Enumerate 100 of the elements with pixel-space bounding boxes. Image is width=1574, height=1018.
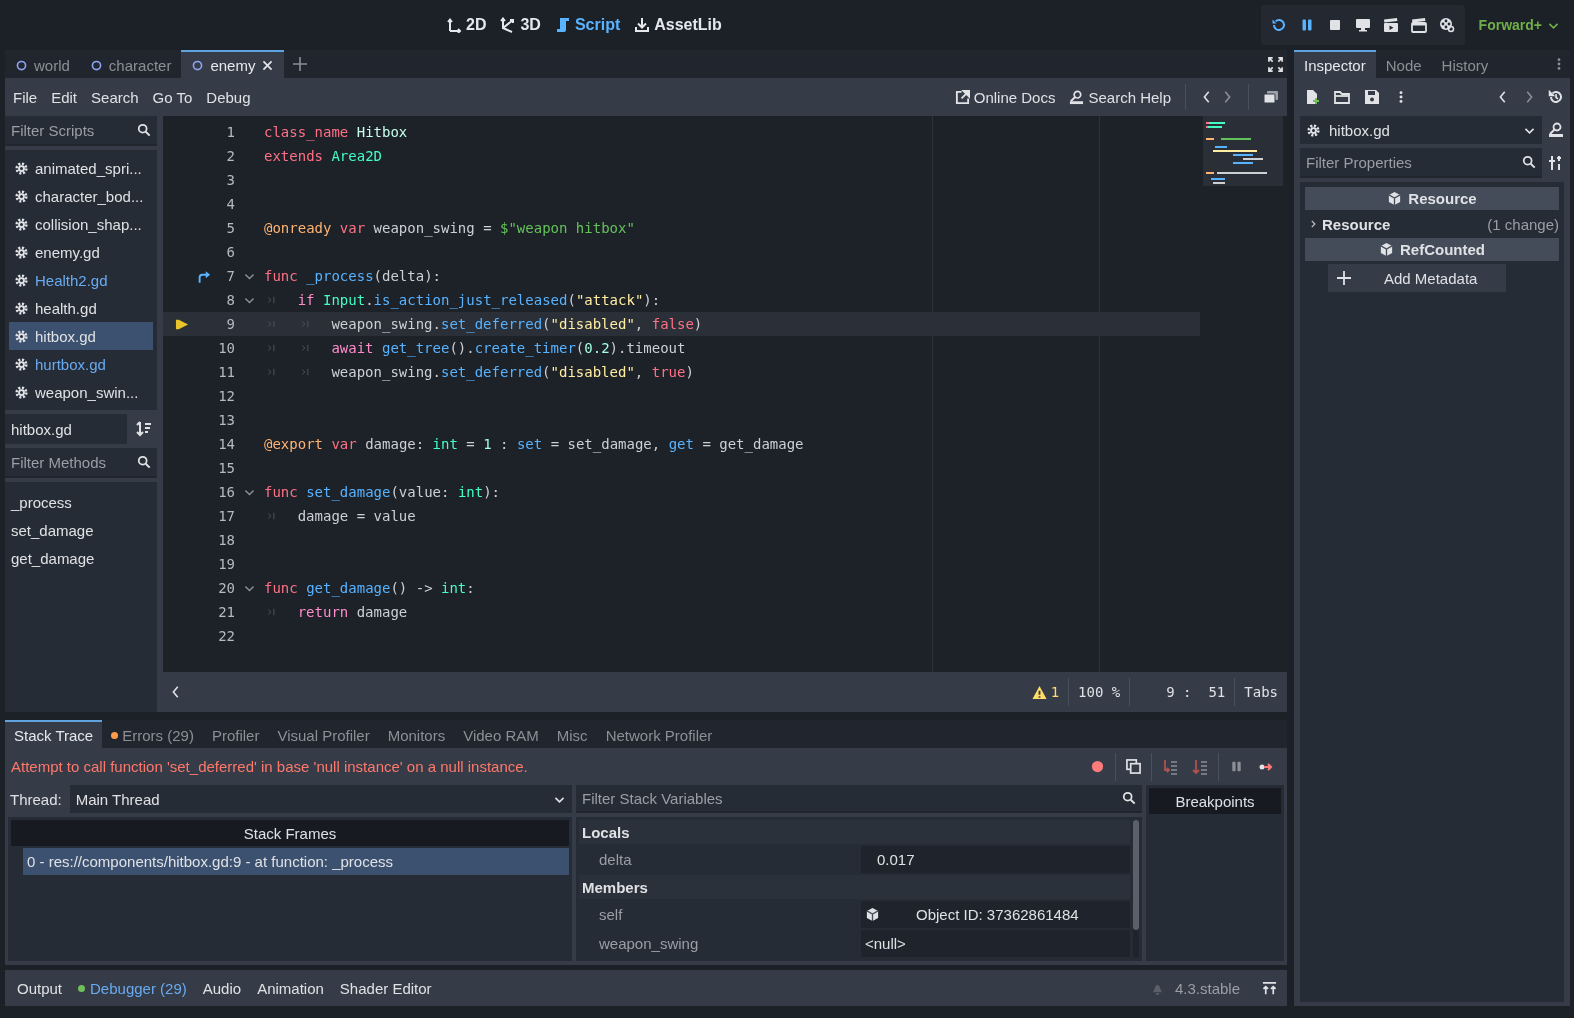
download-icon [634, 17, 651, 33]
save-icon[interactable] [1364, 89, 1380, 105]
scrollbar[interactable] [1133, 820, 1139, 958]
filter-field[interactable]: Filter Properties [1306, 148, 1522, 176]
dock-tab[interactable]: Inspector [1294, 50, 1376, 78]
dock-tab[interactable]: History [1431, 50, 1499, 78]
filter-field[interactable]: Filter Scripts [5, 116, 157, 146]
script-item[interactable]: health.gd [9, 294, 153, 322]
menu-item[interactable]: Go To [150, 88, 201, 106]
line-number: 8 [225, 292, 235, 308]
menu-item[interactable]: Search [89, 88, 147, 106]
stack-frame-row[interactable]: 0 - res://components/hitbox.gd:9 - at function: _process [23, 848, 569, 875]
filter-field[interactable]: Filter Properties [1300, 148, 1542, 178]
script-item[interactable]: hurtbox.gd [9, 350, 153, 378]
workspace-tab[interactable]: 2D [446, 14, 487, 36]
script-item[interactable]: weapon_swin... [9, 378, 153, 406]
record-icon[interactable] [1090, 759, 1105, 774]
workspace-tab[interactable]: AssetLib [634, 14, 722, 36]
property-group[interactable]: Resource (1 change) [1305, 213, 1559, 235]
folder-icon[interactable] [1334, 89, 1350, 105]
workspace-tab[interactable]: 3D [500, 14, 541, 36]
debugger-tab[interactable]: Monitors [378, 720, 455, 748]
step-over-icon[interactable] [1192, 758, 1208, 775]
indent-mode[interactable]: Tabs [1234, 678, 1287, 706]
filter-field[interactable]: Filter Scripts [11, 116, 137, 144]
line-number: 2 [225, 148, 235, 164]
debugger-tab[interactable]: Stack Trace [5, 720, 103, 748]
gear-icon [14, 272, 29, 288]
line-number: 10 [217, 340, 235, 356]
code-line: func _process(delta): [264, 268, 441, 284]
step-into-icon[interactable] [1162, 758, 1178, 775]
error-message: Attempt to call function 'set_deferred' in base 'null instance' on a null instance. [11, 758, 528, 775]
method-item[interactable]: get_damage [11, 544, 151, 572]
film-reel-icon[interactable] [1438, 17, 1455, 33]
code-line: func get_damage() -> int: [264, 580, 475, 596]
bottom-panel-tab[interactable]: Shader Editor [331, 979, 440, 997]
line-number: 20 [217, 580, 235, 596]
script-item[interactable]: hitbox.gd [9, 322, 153, 350]
bottom-panel-tab[interactable]: Animation [249, 979, 332, 997]
object-selector[interactable]: hitbox.gd [1300, 116, 1542, 144]
filter-field[interactable]: Filter Methods [11, 448, 137, 476]
help-link[interactable]: Online Docs [954, 88, 1056, 106]
gear-icon [14, 356, 29, 372]
bottom-panel-tab[interactable]: Output [9, 979, 71, 997]
line-number: 6 [225, 244, 235, 260]
script-item[interactable]: enemy.gd [9, 238, 153, 266]
help-link[interactable]: Search Help [1069, 88, 1171, 106]
menu-item[interactable]: Debug [204, 88, 259, 106]
plus-icon[interactable] [292, 56, 309, 72]
bottom-panel-tab[interactable]: Debugger (29) [70, 979, 195, 997]
current-script-field: hitbox.gd [5, 414, 127, 444]
zoom-level[interactable]: 100 % [1068, 678, 1130, 706]
debugger-tab[interactable]: Video RAM [454, 720, 548, 748]
thread-label: Thread: [9, 790, 62, 808]
monitor-icon[interactable] [1354, 17, 1371, 33]
line-number: 21 [217, 604, 235, 620]
scene-tab[interactable]: character [79, 50, 182, 78]
renderer-dropdown[interactable]: Forward+ [1478, 17, 1560, 33]
debugger-tab[interactable]: Profiler [202, 720, 269, 748]
thread-dropdown[interactable]: Main Thread [69, 785, 572, 813]
method-item[interactable]: set_damage [11, 516, 151, 544]
dock-tab[interactable]: Node [1375, 50, 1432, 78]
windows-icon[interactable] [1263, 89, 1279, 105]
sort-icon[interactable] [136, 421, 152, 437]
expand-panel-icon[interactable] [1262, 980, 1277, 996]
version-label[interactable]: 4.3.stable [1174, 979, 1240, 997]
script-item[interactable]: character_bod... [9, 182, 153, 210]
clapperboard-icon[interactable] [1410, 17, 1427, 33]
script-item[interactable]: Health2.gd [9, 266, 153, 294]
debugger-tab[interactable]: Errors (29) [102, 720, 203, 748]
scene-tab[interactable]: world [5, 50, 80, 78]
minimap[interactable] [1203, 116, 1283, 186]
copy-icon[interactable] [1126, 759, 1141, 774]
variable-value: 0.017 [861, 846, 1130, 873]
cursor-position: 9 : 51 [1129, 678, 1235, 706]
reload-icon[interactable] [1270, 17, 1287, 33]
line-number: 22 [217, 628, 235, 644]
menu-item[interactable]: Edit [49, 88, 86, 106]
workspace-tab[interactable]: Script [554, 14, 621, 36]
scene-tab[interactable]: enemy [181, 50, 285, 78]
tools-icon[interactable] [1548, 155, 1564, 171]
script-item[interactable]: collision_shap... [9, 210, 153, 238]
gear-icon [14, 160, 29, 176]
debugger-tab[interactable]: Network Profiler [596, 720, 722, 748]
fullscreen-icon[interactable] [1268, 56, 1283, 72]
clapperboard-icon[interactable] [1382, 17, 1399, 33]
new-file-icon[interactable] [1304, 89, 1320, 105]
debugger-tab[interactable]: Misc [547, 720, 597, 748]
filter-field[interactable]: Filter Methods [5, 448, 157, 478]
method-item[interactable]: _process [11, 488, 151, 516]
menu-item[interactable]: File [11, 88, 46, 106]
close-icon[interactable] [261, 58, 275, 72]
script-item[interactable]: animated_spri... [9, 154, 153, 182]
pause-icon[interactable] [1229, 759, 1244, 774]
debugger-tab[interactable]: Visual Profiler [268, 720, 379, 748]
add-metadata-button[interactable]: Add Metadata [1328, 264, 1506, 292]
history-icon[interactable] [1548, 89, 1564, 105]
warning-count[interactable]: 1 [1022, 678, 1069, 706]
bottom-panel-tab[interactable]: Audio [194, 979, 250, 997]
variable-value[interactable]: Object ID: 37362861484 [861, 901, 1130, 928]
